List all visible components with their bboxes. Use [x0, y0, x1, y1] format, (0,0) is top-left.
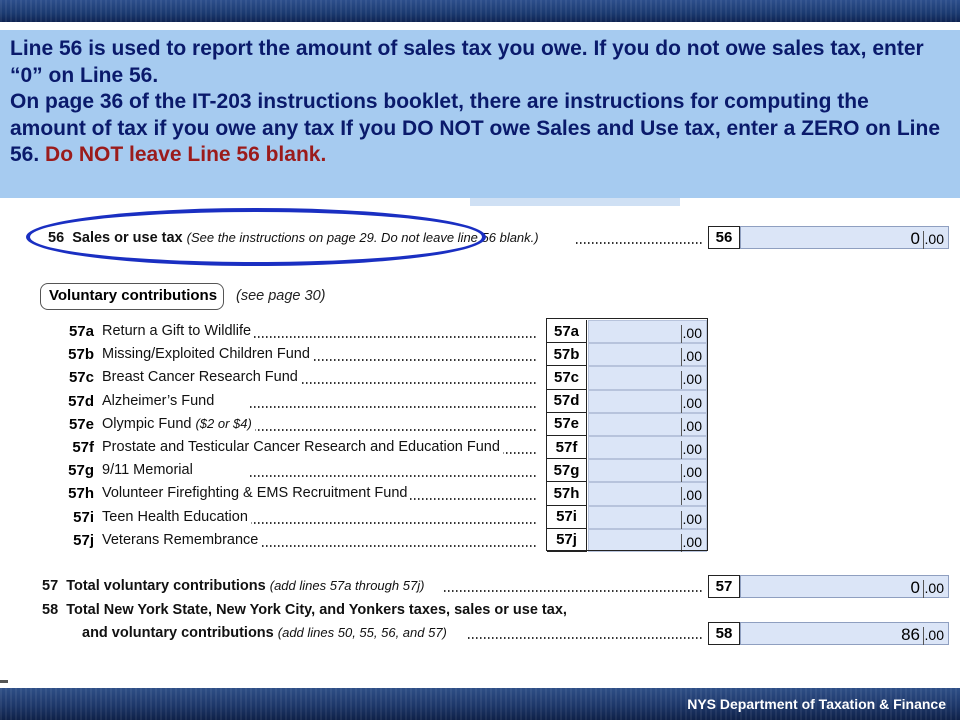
line-58-cents: .00: [922, 627, 944, 645]
line-58-amount-field[interactable]: 86 .00: [740, 622, 949, 645]
line-57h-label-text: Volunteer Firefighting & EMS Recruitment…: [102, 485, 408, 502]
line-57g-leader: [250, 475, 536, 478]
line-57g-number: 57g: [68, 462, 94, 480]
line-57a-label-text: Return a Gift to Wildlife: [102, 323, 252, 339]
line-57i-number: 57i: [73, 508, 94, 526]
line-57-number: 57: [42, 578, 59, 594]
line-57c-label-text: Breast Cancer Research Fund: [102, 369, 298, 386]
left-edge-mark: [0, 680, 8, 683]
line-57i-label-text: Teen Health Education: [102, 508, 248, 525]
line-57-note: (add lines 57a through 57j): [269, 578, 425, 593]
line-57-label: Total voluntary contributions: [66, 578, 266, 594]
line-57f-number: 57f: [72, 439, 94, 456]
line-57h-number: 57h: [68, 485, 94, 503]
line-56-value: 0: [910, 229, 920, 248]
line-58-value: 86: [901, 625, 920, 644]
line-57a-label: Return a Gift to Wildlife: [102, 323, 255, 339]
line-58-number: 58: [42, 602, 59, 618]
line-56-leader: [576, 242, 702, 244]
line-57j-label: Veterans Remembrance: [102, 531, 262, 548]
line-57-row: 57 Total voluntary contributions (add li…: [42, 578, 424, 594]
line-57j-leader: [250, 544, 536, 547]
line-57h-label: Volunteer Firefighting & EMS Recruitment…: [102, 485, 411, 502]
line-58-label-line-1: Total New York State, New York City, and…: [66, 602, 567, 618]
voluntary-column-frame: [546, 318, 708, 551]
voluntary-contributions-see-page: (see page 30): [236, 288, 326, 304]
line-57e-label: Olympic Fund ($2 or $4): [102, 415, 255, 432]
line-57g-label-text: 9/11 Memorial: [102, 462, 193, 479]
line-57e-note: ($2 or $4): [195, 415, 252, 431]
line-57b-number: 57b: [68, 346, 94, 364]
line-58-note: (add lines 50, 55, 56, and 57): [277, 625, 447, 640]
line-57-amount-field[interactable]: 0 .00: [740, 575, 949, 598]
line-57e-label-text: Olympic Fund: [102, 415, 192, 432]
line-57-value: 0: [910, 578, 920, 597]
line-56-box-label: 56: [708, 226, 740, 249]
line-58-leader: [468, 637, 702, 639]
line-57b-label-text: Missing/Exploited Children Fund: [102, 346, 310, 363]
line-57e-number: 57e: [68, 415, 94, 433]
line-57f-label-text: Prostate and Testicular Cancer Research …: [102, 439, 500, 455]
line-57-cents: .00: [922, 580, 944, 598]
line-56-cents: .00: [922, 231, 944, 249]
line-58-label-line-2: and voluntary contributions: [82, 625, 274, 641]
tax-form-section: 56 Sales or use tax (See the instruction…: [0, 0, 960, 720]
line-58-row-continued: and voluntary contributions (add lines 5…: [82, 625, 447, 641]
line-57-box-label: 57: [708, 575, 740, 598]
line-57a-leader: [250, 336, 536, 338]
line-58-row: 58 Total New York State, New York City, …: [42, 602, 567, 618]
line-57f-label: Prostate and Testicular Cancer Research …: [102, 439, 503, 455]
line-57d-label-text: Alzheimer’s Fund: [102, 392, 215, 409]
line-57b-label: Missing/Exploited Children Fund: [102, 346, 313, 363]
line-57-leader: [444, 590, 702, 592]
line-57c-number: 57c: [68, 369, 94, 387]
line-57d-number: 57d: [68, 392, 94, 410]
line-58-box-label: 58: [708, 622, 740, 645]
line-57d-leader: [250, 405, 536, 408]
line-56-highlight-ellipse: [26, 208, 486, 266]
line-57i-label: Teen Health Education: [102, 508, 251, 525]
line-57a-number: 57a: [68, 323, 94, 340]
line-56-amount-field[interactable]: 0 .00: [740, 226, 949, 249]
line-57e-leader: [250, 428, 536, 431]
line-57j-label-text: Veterans Remembrance: [102, 531, 259, 548]
line-57d-label: Alzheimer’s Fund: [102, 392, 218, 409]
line-57c-label: Breast Cancer Research Fund: [102, 369, 301, 386]
footer-org-name: NYS Department of Taxation & Finance: [687, 696, 946, 712]
line-57i-leader: [250, 521, 536, 524]
line-57g-label: 9/11 Memorial: [102, 462, 196, 479]
line-57j-number: 57j: [73, 531, 94, 549]
voluntary-contributions-heading: Voluntary contributions: [40, 283, 224, 310]
